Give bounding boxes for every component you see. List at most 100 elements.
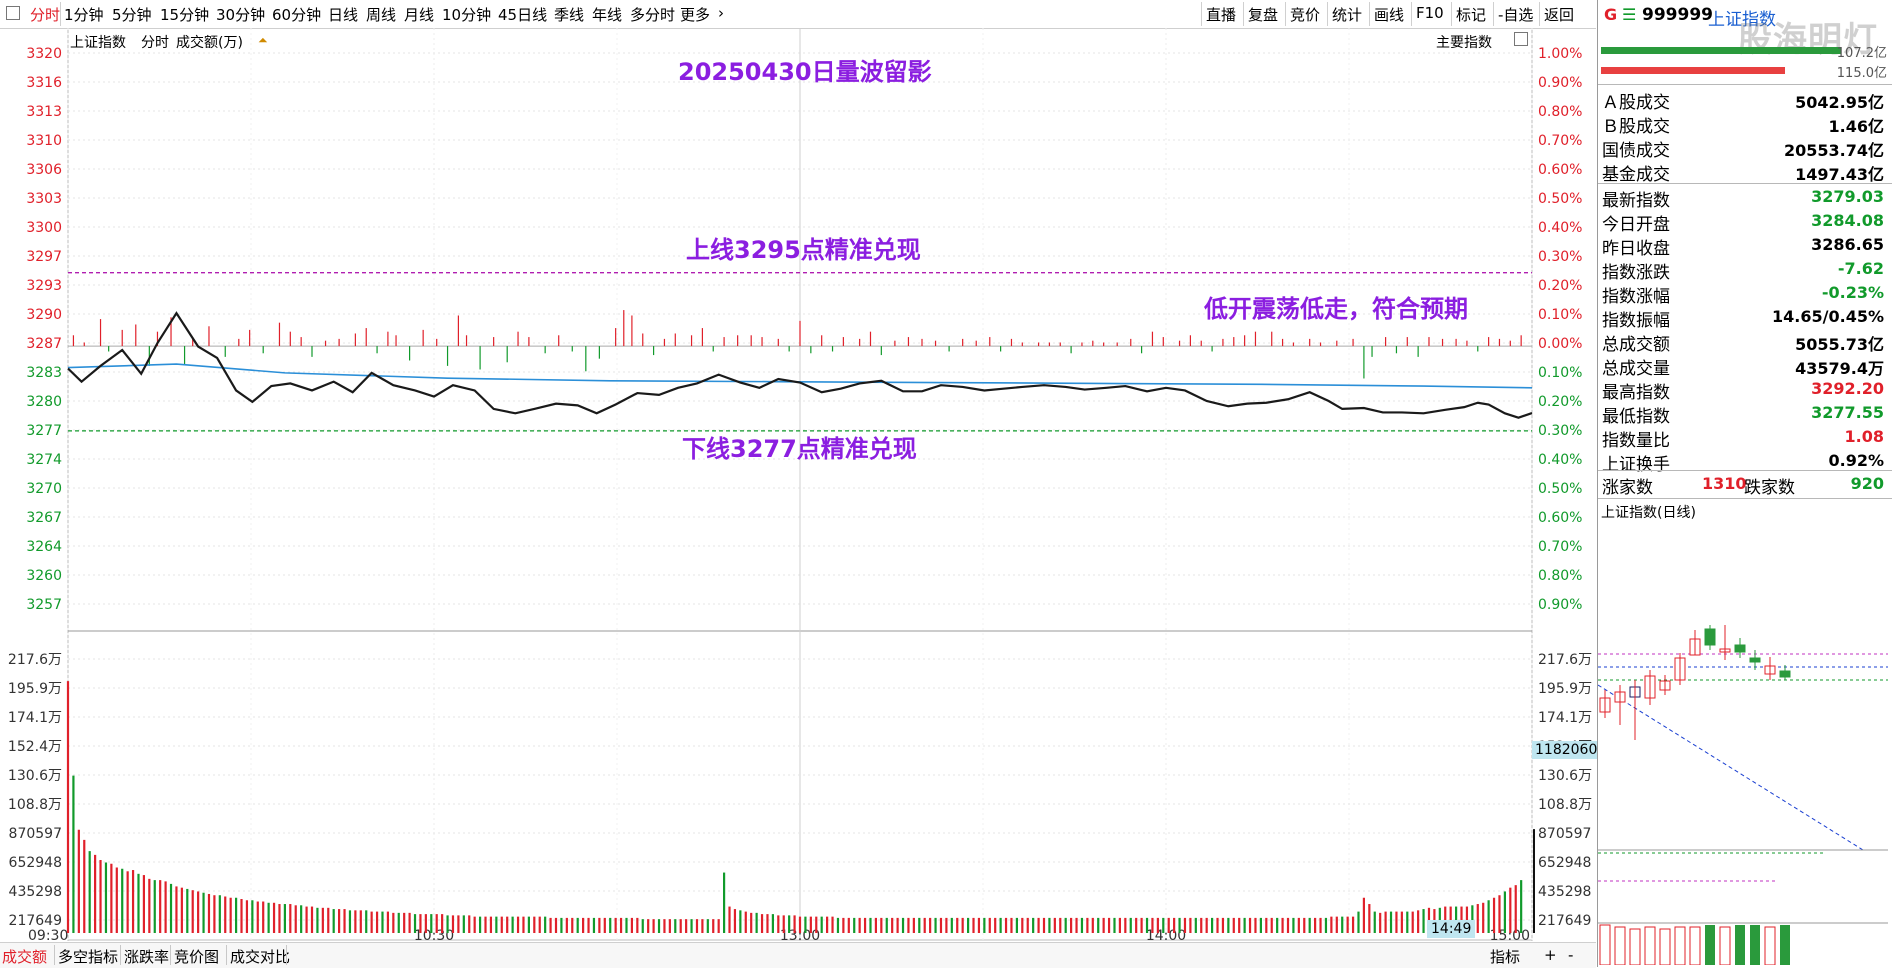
period-4[interactable]: 30分钟 — [216, 4, 265, 25]
stat-row: 指数量比 1.08 — [1598, 425, 1888, 451]
stat-row: Ｂ股成交 1.46亿 — [1598, 111, 1888, 137]
stat-label: 国债成交 — [1602, 141, 1670, 161]
toolbar-button-6[interactable]: 标记 — [1456, 4, 1486, 25]
stat-value: 43579.4万 — [1795, 359, 1884, 378]
toolbar-button-8[interactable]: 返回 — [1544, 4, 1574, 25]
mini-chart-title: 上证指数(日线) — [1601, 505, 1696, 521]
stat-row: 总成交额 5055.73亿 — [1598, 329, 1888, 355]
pct-tick-label: 0.30% — [1538, 249, 1582, 265]
price-tick-label: 3316 — [26, 75, 62, 91]
indicator-tabs: 成交额 多空指标 涨跌率 竞价图 成交对比 指标 + - — [0, 942, 1596, 968]
toolbar-button-5[interactable]: F10 — [1416, 4, 1444, 22]
price-tick-label: 3306 — [26, 162, 62, 178]
panel-toggle-icon[interactable] — [6, 6, 20, 20]
period-2[interactable]: 5分钟 — [112, 4, 152, 25]
stat-row: 指数涨幅 -0.23% — [1598, 281, 1888, 307]
maximize-icon[interactable] — [1514, 32, 1528, 46]
price-tick-label: 3274 — [26, 452, 62, 468]
bottom-right-button-0[interactable]: 指标 — [1490, 946, 1520, 967]
period-5[interactable]: 60分钟 — [272, 4, 321, 25]
price-tick-label: 3267 — [26, 510, 62, 526]
stat-value: 3292.20 — [1811, 379, 1884, 398]
toolbar-button-4[interactable]: 画线 — [1374, 4, 1404, 25]
stat-value: 3279.03 — [1811, 187, 1884, 206]
price-tick-label: 3277 — [26, 423, 62, 439]
pct-tick-label: 0.90% — [1538, 597, 1582, 613]
volume-tick-label-right: 108.8万 — [1538, 797, 1592, 813]
buy-strength-bar — [1601, 47, 1841, 54]
price-tick-label: 3257 — [26, 597, 62, 613]
stat-row: 总成交量 43579.4万 — [1598, 353, 1888, 379]
stat-label: 指数涨幅 — [1602, 287, 1670, 307]
toolbar-button-3[interactable]: 统计 — [1332, 4, 1362, 25]
period-7[interactable]: 周线 — [366, 4, 396, 25]
period-0[interactable]: 分时 — [30, 4, 60, 25]
period-9[interactable]: 10分钟 — [442, 4, 491, 25]
toolbar-button-0[interactable]: 直播 — [1206, 4, 1236, 25]
annotation-top: 20250430日量波留影 — [678, 58, 932, 86]
stat-row: 今日开盘 3284.08 — [1598, 209, 1888, 235]
stat-row: 指数振幅 14.65/0.45% — [1598, 305, 1888, 331]
stat-label: 指数振幅 — [1602, 311, 1670, 331]
period-13[interactable]: 多分时 — [630, 4, 675, 25]
stat-row: 最新指数 3279.03 — [1598, 185, 1888, 211]
pct-tick-label: 0.80% — [1538, 568, 1582, 584]
stat-label: 指数量比 — [1602, 431, 1670, 451]
period-8[interactable]: 月线 — [404, 4, 434, 25]
mini-daily-chart[interactable] — [1598, 525, 1892, 965]
period-12[interactable]: 年线 — [592, 4, 622, 25]
price-tick-label: 3320 — [26, 46, 62, 62]
price-tick-label: 3270 — [26, 481, 62, 497]
annotation-upper: 上线3295点精准兑现 — [686, 236, 921, 264]
price-tick-label: 3310 — [26, 133, 62, 149]
pct-tick-label: 0.90% — [1538, 75, 1582, 91]
stat-value: 3284.08 — [1811, 211, 1884, 230]
main-index-label[interactable]: 主要指数 — [1436, 32, 1492, 52]
bottom-right-button-2[interactable]: - — [1568, 946, 1573, 964]
period-3[interactable]: 15分钟 — [160, 4, 209, 25]
volume-tick-label-right: 217649 — [1538, 913, 1591, 929]
stat-label: 昨日收盘 — [1602, 239, 1670, 259]
period-10[interactable]: 45日线 — [498, 4, 547, 25]
pct-tick-label: 1.00% — [1538, 46, 1582, 62]
stat-value: 3286.65 — [1811, 235, 1884, 254]
stat-row: 国债成交 20553.74亿 — [1598, 135, 1888, 161]
volume-tick-label: 108.8万 — [8, 797, 62, 813]
indicator-tab-1[interactable]: 多空指标 — [58, 946, 118, 967]
more-chevron-icon[interactable]: › — [718, 4, 724, 22]
pct-tick-label: 0.60% — [1538, 510, 1582, 526]
stat-value: -0.23% — [1821, 283, 1884, 302]
period-11[interactable]: 季线 — [554, 4, 584, 25]
period-14[interactable]: 更多 — [680, 4, 710, 25]
volume-tick-label: 870597 — [9, 826, 62, 842]
stat-label: 基金成交 — [1602, 165, 1670, 185]
chart-canvas[interactable]: 3320 1.00% 3316 0.90% 3313 0.80% 3310 0.70% 3306… — [0, 28, 1596, 944]
volume-tick-label: 217.6万 — [8, 652, 62, 668]
stat-value: 0.92% — [1828, 451, 1884, 470]
intraday-chart[interactable]: 3320 1.00% 3316 0.90% 3313 0.80% 3310 0.70% 3306… — [0, 28, 1601, 944]
stat-value: 5042.95亿 — [1795, 93, 1884, 112]
stat-row: 最高指数 3292.20 — [1598, 377, 1888, 403]
bottom-right-button-1[interactable]: + — [1544, 946, 1557, 964]
pct-tick-label: 0.80% — [1538, 104, 1582, 120]
list-icon[interactable]: ☰ — [1622, 5, 1636, 24]
period-1[interactable]: 1分钟 — [64, 4, 104, 25]
stat-label: 今日开盘 — [1602, 215, 1670, 235]
down-count-label: 跌家数 — [1744, 478, 1795, 498]
period-6[interactable]: 日线 — [328, 4, 358, 25]
indicator-tab-0[interactable]: 成交额 — [2, 946, 47, 967]
stat-label: Ｂ股成交 — [1602, 117, 1670, 137]
volume-tick-label: 174.1万 — [8, 710, 62, 726]
indicator-tab-3[interactable]: 竞价图 — [174, 946, 219, 967]
price-tick-label: 3260 — [26, 568, 62, 584]
current-time-badge: 14:49 — [1427, 920, 1476, 938]
toolbar-button-1[interactable]: 复盘 — [1248, 4, 1278, 25]
toolbar-button-7[interactable]: -自选 — [1498, 4, 1533, 25]
indicator-tab-2[interactable]: 涨跌率 — [124, 946, 169, 967]
indicator-tab-4[interactable]: 成交对比 — [230, 946, 290, 967]
stat-row: 昨日收盘 3286.65 — [1598, 233, 1888, 259]
pct-tick-label: 0.60% — [1538, 162, 1582, 178]
indicator-toggle-icon[interactable]: ⏶ — [258, 33, 268, 48]
toolbar-button-2[interactable]: 竞价 — [1290, 4, 1320, 25]
price-tick-label: 3293 — [26, 278, 62, 294]
